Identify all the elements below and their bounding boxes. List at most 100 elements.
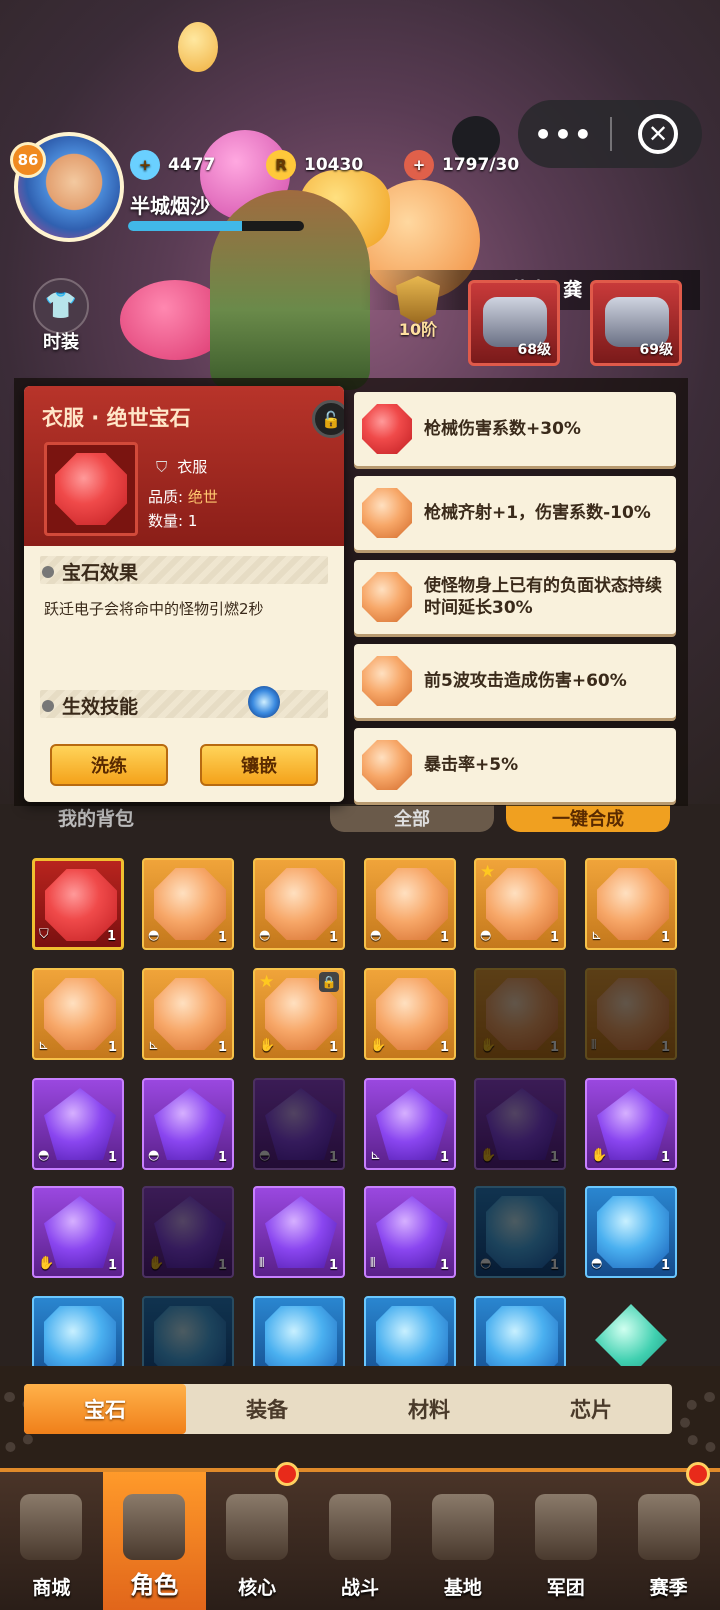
nav-label: 军团 (546, 1577, 585, 1599)
gem-quantity: 1 (106, 929, 116, 944)
nav-legion[interactable]: 军团 (514, 1472, 617, 1610)
gem-slot[interactable]: ◓ 1 (253, 858, 345, 950)
exp-bar (128, 221, 304, 231)
gem-slot[interactable]: ⫴ 1 (253, 1186, 345, 1278)
red-gem-icon (362, 404, 412, 454)
nav-character[interactable]: 角色 (102, 1472, 206, 1610)
gem-quantity: 1 (549, 1150, 559, 1165)
mech-card[interactable]: 69级 (590, 280, 682, 366)
notification-badge (686, 1462, 711, 1486)
gem-slot[interactable]: ✋ 1 (474, 1078, 566, 1170)
wash-button[interactable]: 洗练 (50, 744, 168, 786)
pants-icon: ⫴ (591, 1038, 597, 1053)
blue-gem-icon (486, 1306, 558, 1366)
nav-battle[interactable]: 战斗 (309, 1472, 412, 1610)
coat-icon: ⛉ (39, 927, 49, 942)
orange-gem-icon (362, 572, 412, 622)
level-badge: 86 (10, 142, 46, 178)
gem-title: 衣服 · 绝世宝石 (42, 406, 191, 430)
glove-icon: ✋ (591, 1148, 608, 1163)
nav-season[interactable]: 赛季 (617, 1462, 720, 1610)
boots-icon: ⊾ (370, 1148, 381, 1163)
more-button[interactable]: ••• (518, 118, 610, 151)
nav-label: 基地 (443, 1577, 482, 1599)
shirt-icon: 👕 (33, 278, 89, 334)
diamond-resource[interactable]: + 4477 (130, 150, 215, 180)
inlay-button[interactable]: 镶嵌 (200, 744, 318, 786)
gem-slot[interactable]: ✋ 1 (364, 968, 456, 1060)
capsule-divider (610, 117, 612, 151)
gem-slot[interactable]: ★ ◓ 1 (474, 858, 566, 950)
gem-slot[interactable]: ◓ 1 (474, 1186, 566, 1278)
gem-slot[interactable]: ⫴ 1 (364, 1186, 456, 1278)
gem-slot[interactable] (474, 1296, 566, 1366)
stamina-resource[interactable]: + 1797/30 (404, 150, 519, 180)
close-icon[interactable]: ✕ (638, 114, 678, 154)
gem-slot[interactable]: ✋ 1 (585, 1078, 677, 1170)
gem-slot[interactable]: ✋ 1 (142, 1186, 234, 1278)
filter-all-button[interactable]: 全部 (330, 804, 494, 832)
fashion-label: 时装 (43, 332, 79, 353)
nav-base[interactable]: 基地 (411, 1472, 514, 1610)
gem-slot[interactable]: ◓ 1 (364, 858, 456, 950)
gem-slot[interactable]: ✋ 1 (32, 1186, 124, 1278)
tab-3[interactable]: 芯片 (510, 1384, 672, 1434)
gem-quantity: 1 (660, 1258, 670, 1273)
skill-icon[interactable] (248, 686, 280, 718)
gem-slot[interactable]: ◓ 1 (32, 1078, 124, 1170)
tab-1[interactable]: 装备 (186, 1384, 348, 1434)
gem-slot[interactable]: ★ 🔒 ✋ 1 (253, 968, 345, 1060)
nav-shop[interactable]: 商城 (0, 1472, 103, 1610)
gem-slot[interactable]: ◓ 1 (142, 1078, 234, 1170)
gem-slot[interactable]: ◓ 1 (253, 1078, 345, 1170)
gem-slot[interactable]: ⫴ 1 (585, 968, 677, 1060)
character-icon (123, 1494, 186, 1560)
gem-slot[interactable]: ✋ 1 (474, 968, 566, 1060)
gem-quantity: 1 (107, 1040, 117, 1055)
one-click-merge-button[interactable]: 一键合成 (506, 804, 670, 832)
fashion-button[interactable]: 👕 时装 (30, 278, 92, 353)
nav-label: 战斗 (341, 1577, 380, 1599)
gem-slot[interactable]: ⊾ 1 (32, 968, 124, 1060)
rank-badge[interactable]: 10阶 (388, 276, 448, 346)
coin-resource[interactable]: R 10430 (266, 150, 363, 180)
gem-quantity: 1 (439, 1258, 449, 1273)
mech-card[interactable]: 68级 (468, 280, 560, 366)
gem-slot[interactable]: ◓ 1 (142, 858, 234, 950)
glove-icon: ✋ (259, 1038, 276, 1053)
helmet-icon: ◓ (480, 928, 492, 943)
gem-slot[interactable]: ⊾ 1 (142, 968, 234, 1060)
nav-label: 赛季 (649, 1577, 688, 1599)
gem-slot[interactable]: ⊾ 1 (364, 1078, 456, 1170)
character-model[interactable] (210, 190, 370, 390)
orange-gem-icon (362, 740, 412, 790)
gem-slot[interactable]: ◓ 1 (585, 1186, 677, 1278)
balloon-decoration (178, 22, 218, 72)
tab-0[interactable]: 宝石 (24, 1384, 186, 1434)
quality-label: 品质: (148, 488, 184, 506)
gem-slot[interactable] (364, 1296, 456, 1366)
nav-core[interactable]: 核心 (206, 1462, 309, 1610)
helmet-icon: ◓ (148, 1148, 160, 1163)
gem-attribute-row: 前5波攻击造成伤害+60% (354, 644, 676, 718)
gem-slot[interactable]: ⊾ 1 (585, 858, 677, 950)
gem-quantity: 1 (549, 930, 559, 945)
bottom-nav: 商城 角色 核心 战斗 基地 军团 赛季 (0, 1462, 720, 1610)
pants-icon: ⫴ (370, 1256, 376, 1271)
quality-value: 绝世 (187, 488, 218, 506)
coin-count: 10430 (304, 155, 364, 175)
bag-tabs: 宝石 装备 材料 芯片 (24, 1384, 672, 1434)
gem-slot[interactable] (32, 1296, 124, 1366)
gem-slot[interactable]: ⛉ 1 (32, 858, 124, 950)
gem-slot[interactable] (142, 1296, 234, 1366)
gem-quantity: 1 (660, 930, 670, 945)
gem-slot[interactable] (585, 1296, 677, 1366)
lock-icon[interactable]: 🔓 (312, 400, 344, 438)
blue-gem-icon (154, 1306, 226, 1366)
helmet-icon: ◓ (148, 928, 160, 943)
gem-slot[interactable] (253, 1296, 345, 1366)
helmet-icon: ◓ (591, 1256, 603, 1271)
tab-2[interactable]: 材料 (348, 1384, 510, 1434)
effect-title-text: 宝石效果 (62, 562, 139, 584)
skill-title-text: 生效技能 (62, 696, 139, 718)
